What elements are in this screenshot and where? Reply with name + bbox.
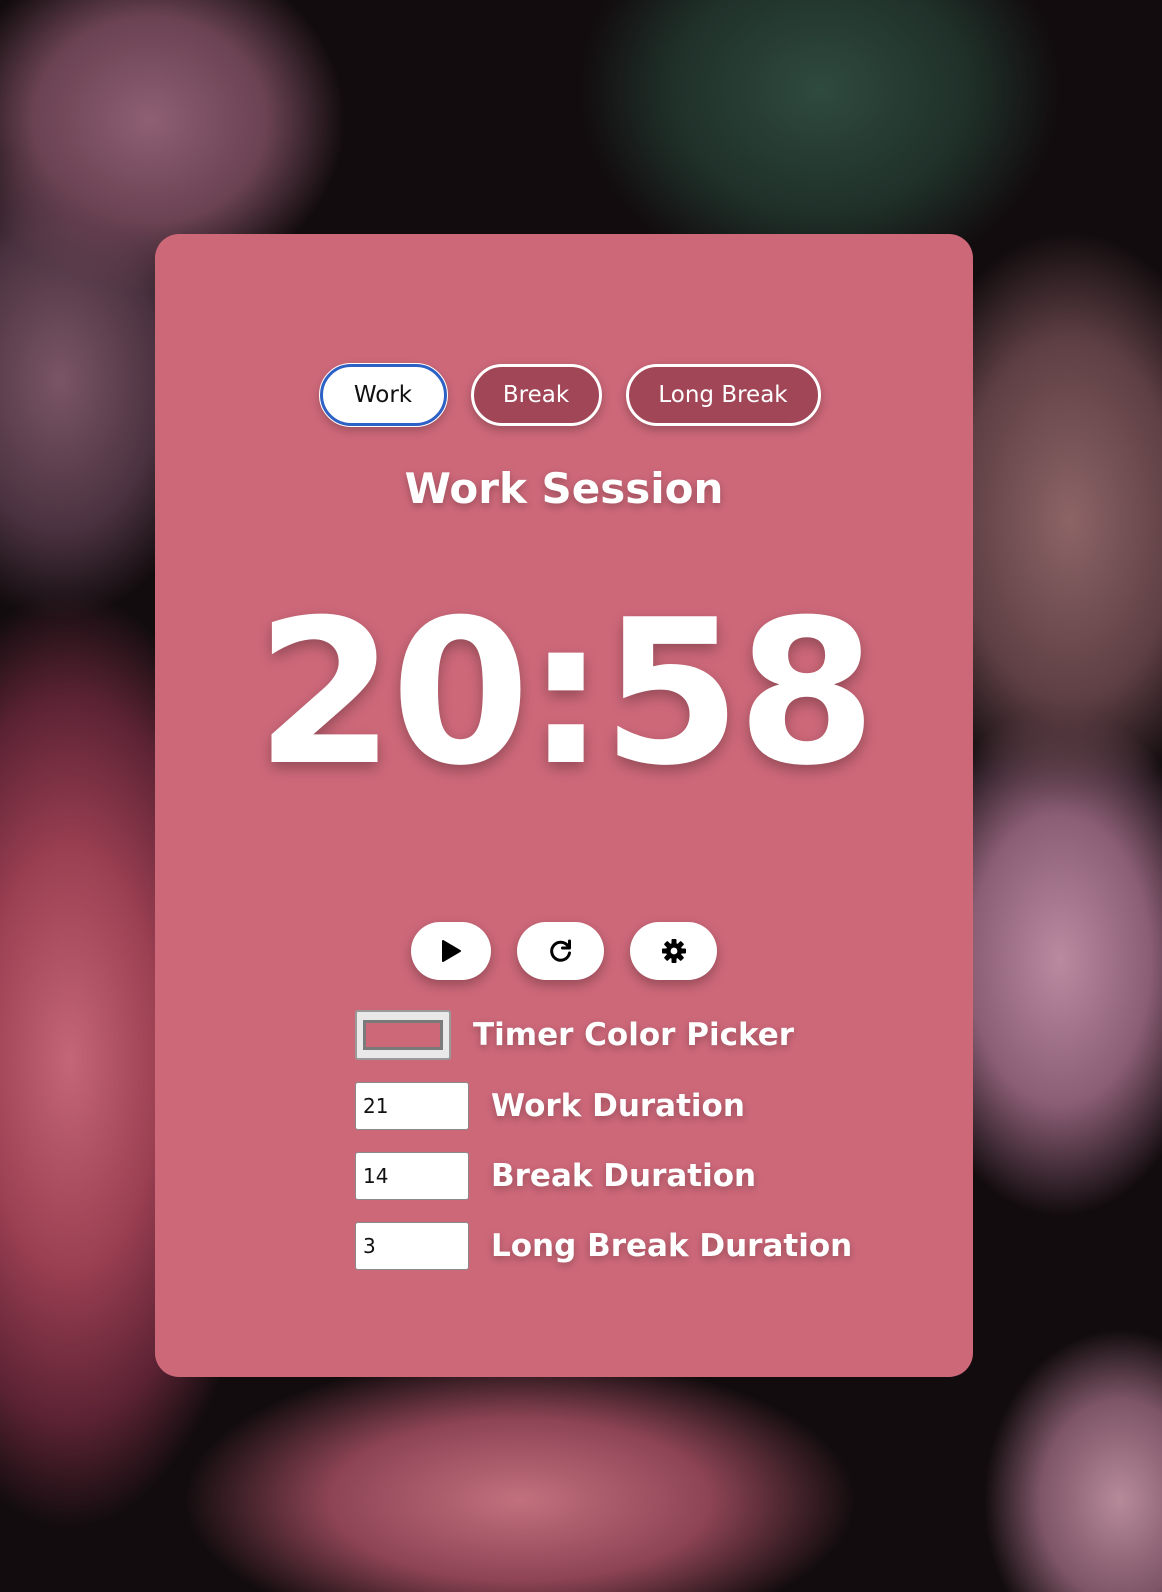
gear-icon [661, 939, 686, 963]
break-duration-input[interactable]: 14 [355, 1152, 469, 1200]
reset-button[interactable] [517, 922, 604, 980]
play-icon [442, 940, 461, 962]
break-duration-label: Break Duration [491, 1158, 757, 1194]
settings-panel: Timer Color Picker 21 Work Duration 14 B… [355, 1010, 852, 1292]
long-break-duration-input[interactable]: 3 [355, 1222, 469, 1270]
tab-break[interactable]: Break [470, 364, 602, 426]
work-duration-label: Work Duration [491, 1088, 745, 1124]
settings-button[interactable] [630, 922, 717, 980]
long-break-duration-row: 3 Long Break Duration [355, 1222, 852, 1270]
color-swatch-fill [363, 1020, 443, 1050]
work-duration-row: 21 Work Duration [355, 1082, 852, 1130]
tab-work[interactable]: Work [318, 363, 448, 427]
play-button[interactable] [411, 922, 491, 980]
break-duration-row: 14 Break Duration [355, 1152, 852, 1200]
mode-tabs: Work Break Long Break [155, 363, 973, 427]
long-break-duration-label: Long Break Duration [491, 1228, 853, 1264]
timer-color-picker[interactable] [355, 1010, 451, 1060]
work-duration-input[interactable]: 21 [355, 1082, 469, 1130]
color-picker-label: Timer Color Picker [473, 1017, 795, 1053]
timer-display: 20:58 [255, 577, 877, 810]
tab-long-break[interactable]: Long Break [625, 364, 821, 426]
color-picker-row: Timer Color Picker [355, 1010, 852, 1060]
timer-card: Work Break Long Break Work Session 20:58 [155, 234, 973, 1377]
reset-icon [549, 939, 571, 962]
timer-controls [155, 922, 973, 980]
session-title: Work Session [404, 464, 724, 513]
